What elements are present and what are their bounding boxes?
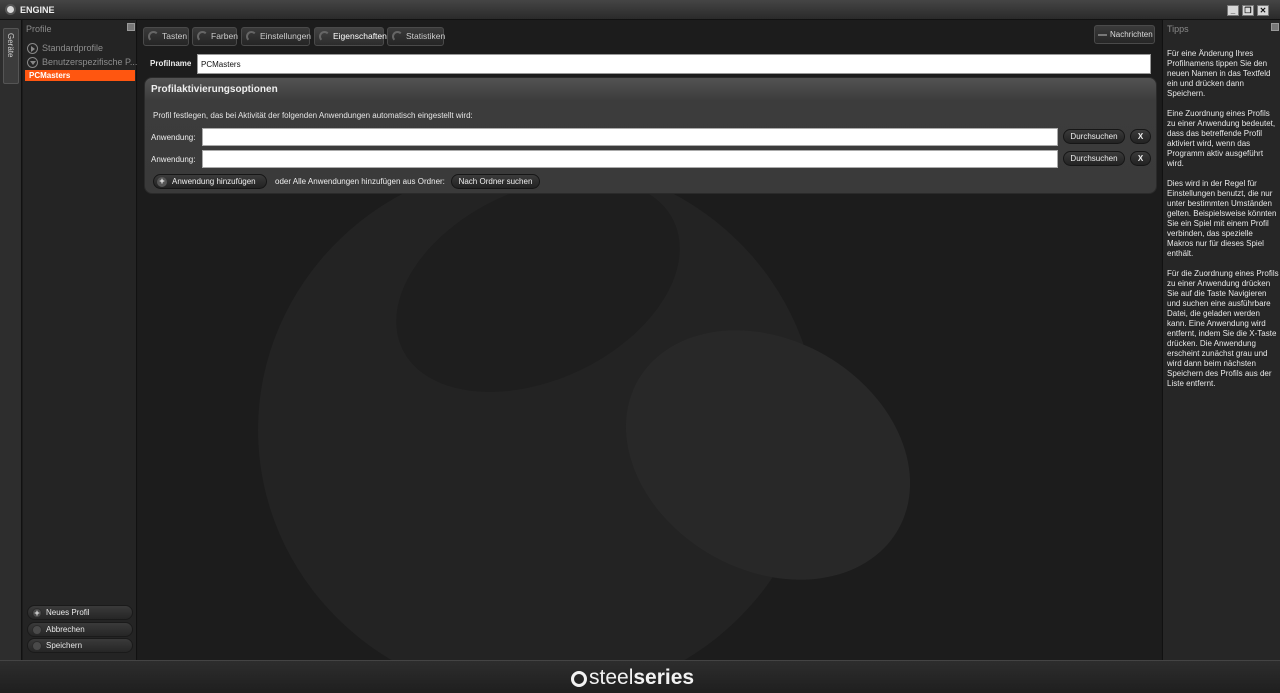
tab-label: Tasten <box>162 31 188 41</box>
pin-icon[interactable] <box>127 23 135 31</box>
add-from-folder-text: oder Alle Anwendungen hinzufügen aus Ord… <box>275 177 445 186</box>
title-bar: ENGINE _ ❐ ✕ <box>0 0 1280 20</box>
tab-farben[interactable]: Farben <box>192 27 238 46</box>
restore-button[interactable]: ❐ <box>1242 5 1254 16</box>
brand-bold: series <box>633 666 695 689</box>
steelseries-logo-icon <box>571 671 587 687</box>
tips-heading: Tipps <box>1167 24 1189 34</box>
circle-icon <box>32 625 42 635</box>
save-button[interactable]: Speichern <box>27 638 133 653</box>
devices-tab[interactable]: Geräte <box>3 28 19 84</box>
new-profile-label: Neues Profil <box>46 608 90 617</box>
tab-eigenschaften[interactable]: Eigenschaften <box>314 27 387 46</box>
browse-button[interactable]: Durchsuchen <box>1063 151 1125 166</box>
tab-label: Farben <box>211 31 238 41</box>
remove-application-button[interactable]: X <box>1130 129 1151 144</box>
window-title: ENGINE <box>20 5 55 15</box>
activation-options-panel: Profilaktivierungsoptionen Profil festle… <box>144 77 1157 194</box>
application-input[interactable] <box>202 150 1058 168</box>
tab-icon <box>148 31 159 42</box>
close-button[interactable]: ✕ <box>1257 5 1269 16</box>
tab-label: Statistiken <box>406 31 446 41</box>
tab-icon <box>392 31 403 42</box>
application-input[interactable] <box>202 128 1058 146</box>
tab-label: Einstellungen <box>260 31 312 41</box>
activation-options-description: Profil festlegen, das bei Aktivität der … <box>153 111 473 120</box>
profile-name-input[interactable] <box>197 54 1151 74</box>
tab-label: Eigenschaften <box>333 31 387 41</box>
devices-strip: Geräte <box>0 20 22 660</box>
minimize-button[interactable]: _ <box>1227 5 1239 16</box>
steelseries-brand: steelseries <box>589 666 694 690</box>
application-label: Anwendung: <box>151 133 196 142</box>
footer: steelseries <box>0 660 1280 693</box>
devices-tab-label: Geräte <box>6 33 15 58</box>
profile-name-label: Profilname <box>150 59 192 68</box>
cancel-button[interactable]: Abbrechen <box>27 622 133 637</box>
engine-logo-icon <box>5 4 16 15</box>
profiles-panel: Profile Standardprofile Benutzerspezifis… <box>23 20 137 660</box>
search-folder-button[interactable]: Nach Ordner suchen <box>451 174 540 189</box>
add-application-button[interactable]: + Anwendung hinzufügen <box>153 174 267 189</box>
tab-tasten[interactable]: Tasten <box>143 27 189 46</box>
messages-button[interactable]: Nachrichten <box>1094 25 1155 44</box>
activation-options-title: Profilaktivierungsoptionen <box>151 84 278 95</box>
chevron-down-icon <box>27 57 38 69</box>
tree-item-label: Standardprofile <box>42 43 104 53</box>
main-area: Tasten Farben Einstellungen Eigenschafte… <box>138 20 1161 660</box>
plus-icon: + <box>32 608 42 618</box>
circle-icon <box>32 641 42 651</box>
tree-item-standard-profiles[interactable]: Standardprofile <box>27 43 104 55</box>
tab-icon <box>246 31 257 42</box>
tree-item-label: Benutzerspezifische P... <box>42 57 138 67</box>
tree-item-custom-profiles[interactable]: Benutzerspezifische P... <box>27 57 138 69</box>
profile-item-pcmasters[interactable]: PCMasters <box>25 70 135 81</box>
add-application-label: Anwendung hinzufügen <box>172 177 256 186</box>
browse-button[interactable]: Durchsuchen <box>1063 129 1125 144</box>
tab-icon <box>319 31 330 42</box>
application-label: Anwendung: <box>151 155 196 164</box>
pin-icon[interactable] <box>1271 23 1279 31</box>
profiles-heading: Profile <box>26 24 52 34</box>
chevron-right-icon <box>27 43 38 55</box>
tab-statistiken[interactable]: Statistiken <box>387 27 446 46</box>
plus-icon: + <box>157 177 167 187</box>
new-profile-button[interactable]: + Neues Profil <box>27 605 133 620</box>
save-label: Speichern <box>46 641 83 650</box>
tab-icon <box>197 31 208 42</box>
tips-text: Für eine Änderung Ihres Profilnamens tip… <box>1167 49 1279 388</box>
remove-application-button[interactable]: X <box>1130 151 1151 166</box>
tips-panel: Tipps Für eine Änderung Ihres Profilname… <box>1162 20 1280 660</box>
cancel-label: Abbrechen <box>46 625 85 634</box>
brand-light: steel <box>589 666 634 689</box>
tab-einstellungen[interactable]: Einstellungen <box>241 27 312 46</box>
